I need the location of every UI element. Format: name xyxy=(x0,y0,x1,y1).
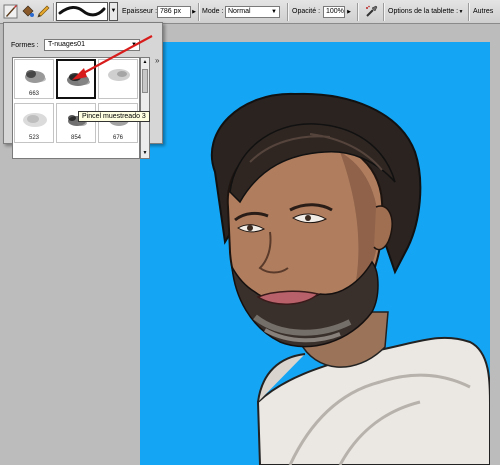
toolbar-separator xyxy=(198,3,199,21)
paint-bucket-icon[interactable] xyxy=(20,4,35,19)
brush-size-label: 854 xyxy=(70,135,81,141)
airbrush-icon[interactable] xyxy=(364,4,379,19)
thickness-slider-arrow[interactable]: ▶ xyxy=(191,6,197,18)
brush-swatch-1[interactable]: 663 xyxy=(14,59,54,99)
brush-swatch-5[interactable]: 854 xyxy=(56,103,96,143)
cloud-brush-icon xyxy=(25,70,46,83)
document-canvas[interactable] xyxy=(140,42,490,465)
cloud-brush-icon xyxy=(23,113,47,127)
brush-picker-toggle[interactable]: ▼ xyxy=(109,2,118,21)
brush-swatch-4[interactable]: 523 xyxy=(14,103,54,143)
toolbar-separator xyxy=(468,3,469,21)
toolbar-separator xyxy=(383,3,384,21)
toolbar-separator xyxy=(287,3,288,21)
thickness-field[interactable]: 786 px xyxy=(157,6,191,18)
opacity-field[interactable]: 100% xyxy=(323,6,345,18)
brush-size-label: 523 xyxy=(28,135,39,141)
brush-size-label: 663 xyxy=(28,91,39,97)
portrait-illustration xyxy=(210,92,490,465)
shapes-label: Formes : xyxy=(11,42,39,49)
other-options-label[interactable]: Autres xyxy=(473,8,493,15)
chevron-down-icon: ▼ xyxy=(271,9,277,15)
chevron-down-icon[interactable]: ▼ xyxy=(458,6,464,18)
mode-label: Mode : xyxy=(202,8,224,15)
opacity-slider-arrow[interactable]: ▶ xyxy=(346,6,352,18)
mode-value: Normal xyxy=(228,8,251,15)
scroll-down-icon[interactable]: ▼ xyxy=(141,149,149,158)
toolbar-separator xyxy=(357,3,358,21)
brush-size-label: 676 xyxy=(112,135,123,141)
pencil-icon[interactable] xyxy=(36,4,51,19)
brush-tooltip: Pincel muestreado 3 xyxy=(78,111,150,122)
opacity-label: Opacité : xyxy=(292,8,321,15)
thickness-label: Epaisseur : xyxy=(122,8,158,15)
brush-tool-icon[interactable] xyxy=(3,4,18,19)
options-bar: ▼ Epaisseur : 786 px ▶ Mode : Normal ▼ O… xyxy=(0,0,500,24)
annotation-arrow-icon xyxy=(72,35,153,80)
toolbar-separator xyxy=(53,3,54,21)
brush-swatch-6[interactable]: 676 xyxy=(98,103,138,143)
brush-preview[interactable] xyxy=(56,2,108,21)
tablet-options-label[interactable]: Options de la tablette : xyxy=(388,8,458,15)
mode-select[interactable]: Normal ▼ xyxy=(225,6,280,18)
